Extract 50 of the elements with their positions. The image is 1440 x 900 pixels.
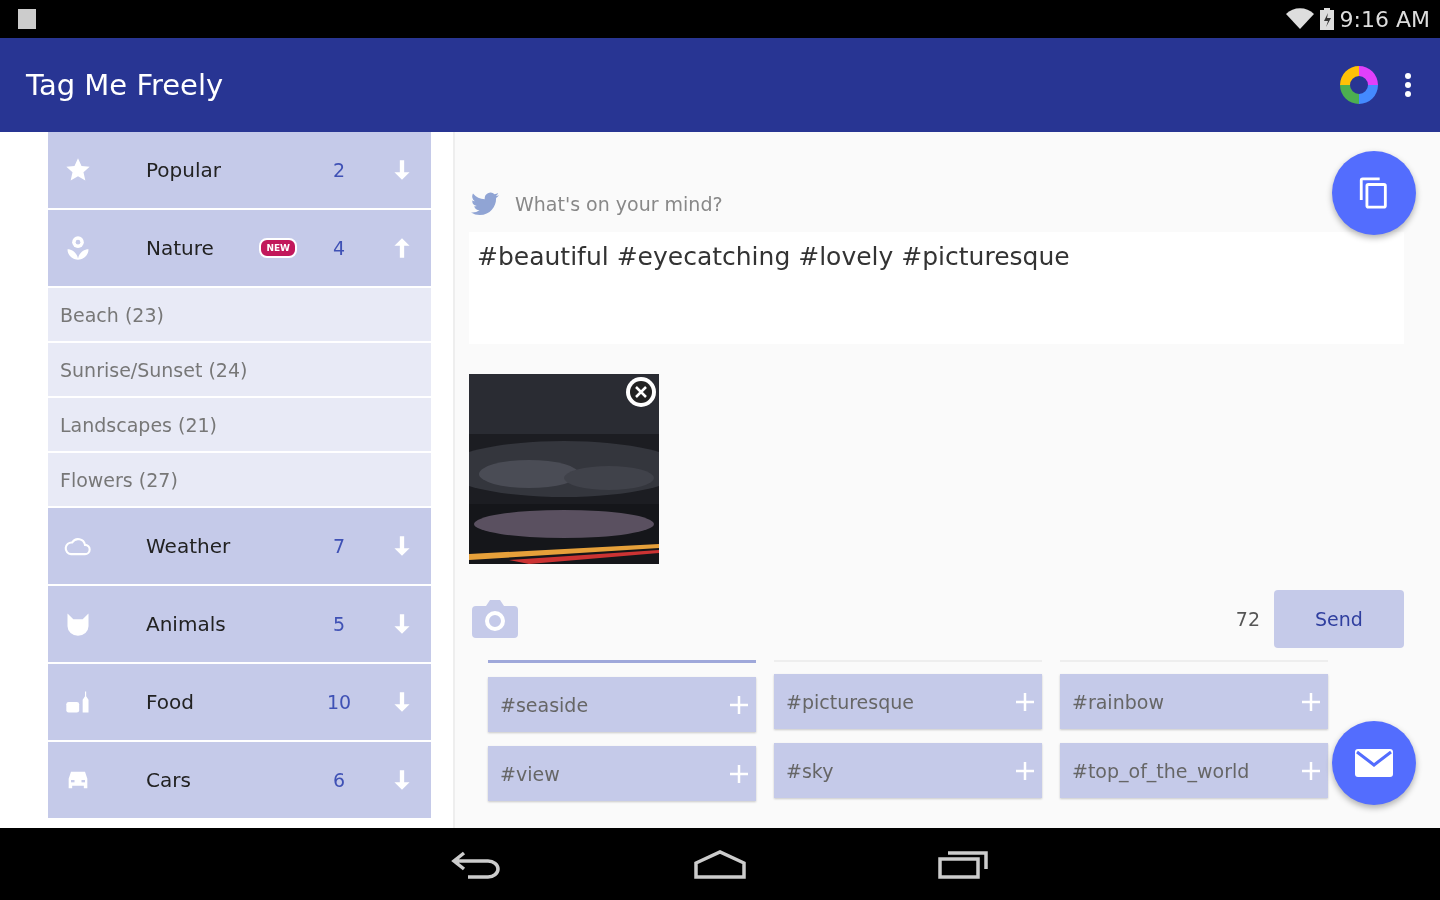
compose-label: What's on your mind? (515, 193, 723, 215)
recents-icon[interactable] (938, 849, 990, 879)
hashtag-chip[interactable]: #sky (774, 743, 1042, 798)
plus-icon[interactable] (728, 693, 750, 716)
category-count: 2 (331, 159, 347, 181)
hashtag-chip[interactable]: #rainbow (1060, 674, 1328, 729)
color-wheel-icon[interactable] (1340, 66, 1378, 104)
new-badge: NEW (259, 238, 297, 258)
send-button[interactable]: Send (1274, 590, 1404, 648)
hashtag-chip[interactable]: #seaside (488, 677, 756, 732)
subcategory-item[interactable]: Beach (23) (48, 288, 431, 341)
category-item[interactable]: Nature NEW 4 (48, 210, 431, 286)
category-item[interactable]: Food 10 (48, 664, 431, 740)
subcategory-item[interactable]: Sunrise/Sunset (24) (48, 343, 431, 396)
back-icon[interactable] (450, 849, 502, 879)
battery-icon (1319, 8, 1334, 30)
mail-fab[interactable] (1332, 721, 1416, 805)
copy-fab[interactable] (1332, 151, 1416, 235)
category-item[interactable]: Animals 5 (48, 586, 431, 662)
clock-time: 9:16 AM (1339, 6, 1430, 32)
category-count: 5 (331, 613, 347, 635)
plus-icon[interactable] (1014, 759, 1036, 782)
hashtag-chip[interactable]: #top_of_the_world (1060, 743, 1328, 798)
subcategory-item[interactable]: Flowers (27) (48, 453, 431, 506)
plus-icon[interactable] (1300, 759, 1322, 782)
plus-icon[interactable] (1014, 690, 1036, 713)
subcategory-item[interactable]: Landscapes (21) (48, 398, 431, 451)
category-count: 6 (331, 769, 347, 791)
message-field[interactable]: #beautiful #eyecatching #lovely #picturesque (469, 232, 1404, 344)
category-item[interactable]: Cars 6 (48, 742, 431, 818)
plus-icon[interactable] (728, 762, 750, 785)
hashtag-chip[interactable]: #picturesque (774, 674, 1042, 729)
plus-icon[interactable] (1300, 690, 1322, 713)
app-title: Tag Me Freely (26, 68, 225, 102)
more-options-icon[interactable] (1404, 72, 1412, 98)
wifi-icon (1285, 8, 1314, 30)
hashtag-chip[interactable]: #view (488, 746, 756, 801)
camera-icon (472, 597, 518, 638)
bird-icon (471, 192, 499, 216)
category-count: 10 (325, 691, 353, 713)
character-count: 72 (1235, 608, 1260, 630)
mail-icon (1354, 748, 1394, 778)
notification-icon (18, 9, 36, 29)
category-item[interactable]: Weather 7 (48, 508, 431, 584)
camera-button[interactable] (471, 597, 519, 641)
category-count: 4 (331, 237, 347, 259)
home-icon[interactable] (692, 849, 748, 879)
close-icon (629, 380, 653, 404)
category-count: 7 (331, 535, 347, 557)
category-item[interactable]: Popular 2 (48, 132, 431, 208)
